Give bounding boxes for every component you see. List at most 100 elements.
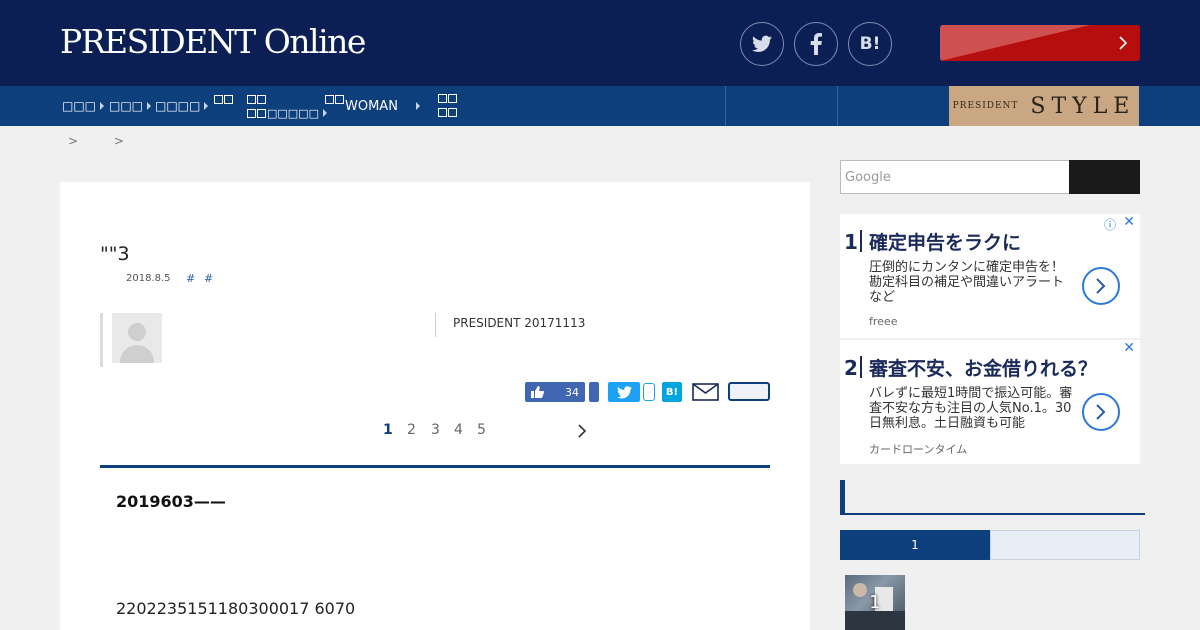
ad-title: 審査不安、お金借りれる？ bbox=[869, 358, 1098, 380]
glyph-box-icon bbox=[257, 108, 266, 118]
nav-item-label: □□□□ bbox=[155, 99, 201, 113]
nav-item-label: □□□ bbox=[62, 99, 97, 113]
article-card: ""3 2018.8.5 # # PRESIDENT 20171113 34 B… bbox=[60, 182, 810, 630]
ad-number-bar bbox=[860, 356, 862, 378]
style-banner-small: PRESIDENT bbox=[952, 101, 1019, 111]
article-tag[interactable]: # bbox=[204, 272, 213, 285]
like-count: 34 bbox=[565, 385, 579, 399]
share-more-button[interactable] bbox=[728, 382, 770, 401]
ad-close-icon[interactable]: ✕ bbox=[1123, 340, 1135, 356]
chevron-right-icon bbox=[1096, 404, 1106, 420]
page-link-4[interactable]: 4 bbox=[454, 422, 463, 438]
ranking-tab[interactable] bbox=[990, 530, 1140, 560]
ad-arrow-button[interactable] bbox=[1082, 393, 1120, 431]
ad-card-2[interactable]: 2 審査不安、お金借りれる？ バレずに最短1時間で振込可能。審査不安な方も注目の… bbox=[840, 340, 1140, 464]
article-date: 2018.8.5 bbox=[126, 273, 171, 284]
mail-icon[interactable] bbox=[692, 383, 719, 401]
avatar-body bbox=[120, 345, 154, 363]
hatena-share-button[interactable]: B! bbox=[662, 382, 682, 402]
ranking-heading-line bbox=[840, 513, 1145, 515]
nav-item-3[interactable]: □□□□ bbox=[155, 86, 209, 126]
search-input[interactable] bbox=[840, 160, 1070, 194]
nav-separator bbox=[725, 86, 726, 126]
ad-source: freee bbox=[869, 315, 898, 328]
nav-item-5[interactable]: □□□□□ bbox=[247, 86, 327, 126]
nav-item-label: WOMAN bbox=[345, 98, 398, 114]
tweet-button[interactable] bbox=[608, 382, 640, 402]
chevron-right-icon bbox=[1119, 36, 1128, 50]
glyph-box-icon bbox=[438, 94, 447, 103]
nav-separator bbox=[837, 86, 838, 126]
glyph-box-icon bbox=[448, 94, 457, 103]
ad-close-icon[interactable]: ✕ bbox=[1123, 214, 1135, 230]
hatena-label: B! bbox=[665, 386, 679, 398]
glyph-box-icon bbox=[247, 94, 256, 104]
twitter-button[interactable] bbox=[740, 22, 784, 66]
source-bar bbox=[435, 313, 436, 337]
nav-item-label: □□□ bbox=[109, 99, 144, 113]
breadcrumb-separator: > bbox=[68, 134, 79, 148]
caret-right-icon bbox=[100, 102, 105, 110]
nav-item-7[interactable] bbox=[438, 86, 458, 126]
ad-number-bar bbox=[860, 230, 862, 252]
thumbs-up-icon bbox=[531, 386, 544, 398]
article-tag[interactable]: # bbox=[186, 272, 195, 285]
ad-card-1[interactable]: 1 確定申告をラクに 圧倒的にカンタンに確定申告を！勘定科目の補足や間違いアラー… bbox=[840, 214, 1140, 338]
twitter-icon bbox=[752, 35, 772, 52]
hatena-label: B! bbox=[859, 34, 881, 54]
article-lead: 2019603—— bbox=[116, 492, 226, 511]
article-source: PRESIDENT 20171113 bbox=[453, 316, 586, 330]
caret-right-icon bbox=[415, 102, 420, 110]
article-body: 2202235151180300017 6070 bbox=[116, 599, 356, 618]
glyph-box-icon bbox=[224, 95, 233, 104]
facebook-like-button[interactable]: 34 bbox=[525, 382, 585, 402]
site-logo[interactable]: PRESIDENT Online bbox=[60, 22, 366, 62]
page-link-1[interactable]: 1 bbox=[383, 422, 393, 438]
ad-source: カードローンタイム bbox=[869, 443, 968, 456]
site-header: PRESIDENT Online B! bbox=[0, 0, 1200, 86]
ad-number: 2 bbox=[844, 356, 858, 380]
glyph-box-icon bbox=[335, 95, 344, 104]
page-link-2[interactable]: 2 bbox=[407, 422, 416, 438]
style-banner-big: STYLE bbox=[1030, 93, 1136, 119]
thumb-shape bbox=[845, 611, 905, 630]
ad-description: バレずに最短1時間で振込可能。審査不安な方も注目の人気No.1。30日無利息。土… bbox=[869, 386, 1073, 431]
next-page-icon[interactable] bbox=[577, 424, 587, 438]
ranking-number: 1 bbox=[869, 592, 881, 613]
facebook-share-button[interactable] bbox=[589, 382, 599, 402]
ad-info-icon[interactable]: ⓘ bbox=[1104, 216, 1116, 233]
facebook-button[interactable] bbox=[794, 22, 838, 66]
header-cta-button[interactable] bbox=[940, 25, 1140, 61]
hatena-bookmark-button[interactable]: B! bbox=[848, 22, 892, 66]
ad-title: 確定申告をラクに bbox=[869, 232, 1022, 254]
ranking-tab-label: 1 bbox=[911, 538, 919, 552]
glyph-box-icon bbox=[325, 95, 334, 104]
glyph-box-icon bbox=[438, 108, 447, 117]
nav-item-2[interactable]: □□□ bbox=[109, 86, 152, 126]
nav-item-4[interactable] bbox=[214, 86, 234, 126]
caret-right-icon bbox=[204, 102, 209, 110]
article-title: ""3 bbox=[100, 243, 130, 265]
president-style-banner[interactable]: PRESIDENT STYLE bbox=[949, 86, 1139, 126]
cta-stripe bbox=[940, 25, 1090, 61]
tweet-count-bubble bbox=[643, 383, 655, 401]
ad-arrow-button[interactable] bbox=[1082, 267, 1120, 305]
avatar-head bbox=[128, 323, 146, 341]
facebook-icon bbox=[810, 33, 822, 55]
ad-number: 1 bbox=[844, 230, 858, 254]
page-link-3[interactable]: 3 bbox=[431, 422, 440, 438]
page-link-5[interactable]: 5 bbox=[477, 422, 486, 438]
twitter-icon bbox=[616, 385, 632, 398]
ad-description: 圧倒的にカンタンに確定申告を！勘定科目の補足や間違いアラートなど bbox=[869, 260, 1065, 305]
nav-item-woman[interactable]: WOMAN bbox=[325, 86, 420, 126]
search-button[interactable] bbox=[1069, 160, 1140, 194]
breadcrumb: > > bbox=[68, 134, 156, 148]
author-bar bbox=[100, 313, 103, 367]
glyph-box-icon bbox=[214, 95, 223, 104]
author-avatar[interactable] bbox=[112, 313, 162, 363]
ranking-heading-bar bbox=[840, 480, 845, 514]
nav-item-1[interactable]: □□□ bbox=[62, 86, 105, 126]
ranking-tab-active[interactable]: 1 bbox=[840, 530, 990, 560]
glyph-box-icon bbox=[257, 94, 266, 104]
caret-right-icon bbox=[147, 102, 152, 110]
